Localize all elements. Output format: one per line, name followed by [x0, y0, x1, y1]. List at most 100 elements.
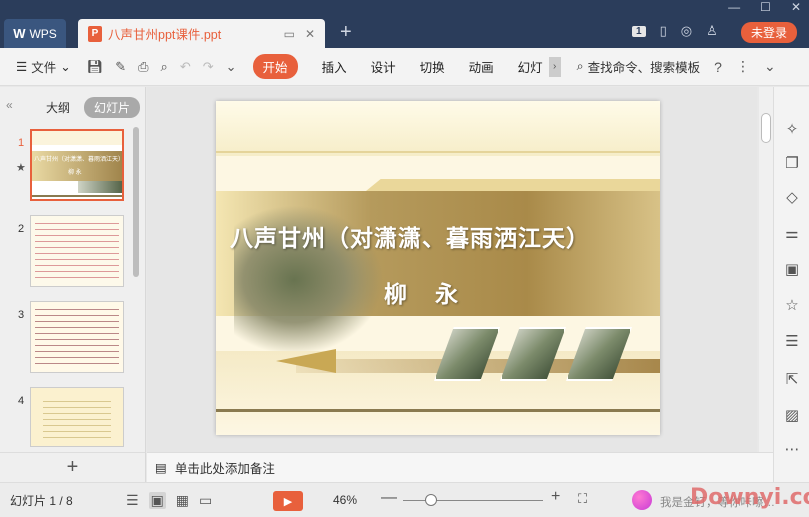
export-icon[interactable]: ⇱: [783, 371, 801, 389]
undo-icon[interactable]: ↶: [180, 59, 191, 75]
window-count-badge[interactable]: 1: [632, 25, 646, 37]
slide-thumbnail-1[interactable]: 八声甘州（对潇潇、暮雨洒江天） 柳 永: [30, 129, 124, 201]
wps-home-tab[interactable]: W WPS: [4, 19, 66, 48]
notes-icon: ▤: [155, 461, 167, 475]
slide-number: 3: [18, 309, 25, 321]
window-controls: — ☐ ✕: [728, 0, 801, 18]
zoom-slider[interactable]: [403, 500, 543, 501]
tab-outline[interactable]: 大纲: [46, 99, 70, 116]
star-icon: ★: [16, 162, 26, 174]
help-button[interactable]: ?: [714, 59, 722, 75]
slide-panel-header: « 大纲 幻灯片: [0, 87, 145, 123]
menu-bar: ☰ 文件 ⌄ 💾︎ ✎ ⎙ ⌕ ↶ ↷ ⌄ 开始 插入 设计 切换 动画 幻灯 …: [0, 48, 809, 86]
print-icon[interactable]: ⎙: [138, 59, 148, 75]
maximize-icon[interactable]: ☐: [760, 0, 771, 18]
notes-placeholder: 单击此处添加备注: [174, 462, 275, 476]
layers-icon[interactable]: ☰: [783, 333, 801, 351]
slide-thumbnail-2[interactable]: [30, 215, 124, 287]
file-menu-label: 文件: [31, 61, 57, 75]
document-tab-title: 八声甘州ppt课件.ppt: [108, 28, 222, 42]
view-switcher: ☰ ▣ ▦ ▭: [126, 491, 212, 509]
sidebar-toggle-icon[interactable]: ▯: [660, 23, 667, 39]
title-bar: W WPS P 八声甘州ppt课件.ppt ▭ ✕ + 1 ▯ ◎ ♙ 未登录 …: [0, 0, 809, 48]
status-bar: 幻灯片 1 / 8 ☰ ▣ ▦ ▭ ▶ 46% — + ⛶ 我是金钉，等你咔嚓……: [0, 482, 809, 517]
slide-1[interactable]: 八声甘州（对潇潇、暮雨洒江天） 柳 永: [216, 101, 660, 435]
ribbon-scroll-right-icon[interactable]: ›: [548, 56, 561, 77]
picture-icon[interactable]: ▨: [783, 407, 801, 425]
more-options-icon[interactable]: ⋮: [736, 58, 750, 75]
close-tab-icon[interactable]: ✕: [305, 27, 315, 41]
notes-view-icon[interactable]: ☰: [126, 492, 139, 509]
zoom-level[interactable]: 46%: [333, 493, 357, 507]
print-preview-icon[interactable]: ⌕: [161, 59, 168, 75]
star-outline-icon[interactable]: ☆: [783, 297, 801, 315]
right-sidebar: ✧ ❐ ◇ ⚌ ▣ ☆ ☰ ⇱ ▨ ⋯: [773, 87, 809, 482]
chat-icon[interactable]: ❐: [783, 155, 801, 173]
redo-icon[interactable]: ↷: [203, 59, 214, 75]
reading-view-icon[interactable]: ▭: [199, 492, 212, 509]
watermark: Downyi.com: [690, 485, 809, 510]
ppt-file-icon: P: [88, 25, 102, 42]
magic-icon[interactable]: ✧: [783, 121, 801, 139]
minimize-icon[interactable]: —: [728, 0, 740, 18]
settings-sliders-icon[interactable]: ⚌: [783, 225, 801, 243]
more-tools-icon[interactable]: ⋯: [783, 441, 801, 459]
save-icon[interactable]: 💾︎: [87, 59, 104, 75]
command-search[interactable]: ⌕ 查找命令、搜索模板: [577, 57, 701, 76]
slide-sorter-icon[interactable]: ▦: [176, 492, 189, 509]
collapse-panel-icon[interactable]: «: [6, 98, 13, 112]
monitor-icon[interactable]: ▭: [284, 27, 295, 41]
new-tab-button[interactable]: +: [340, 21, 352, 44]
login-button[interactable]: 未登录: [741, 22, 797, 43]
skin-icon[interactable]: ◎: [681, 23, 692, 39]
quick-access-toolbar: 💾︎ ✎ ⎙ ⌕ ↶ ↷ ⌄: [87, 59, 237, 75]
slide-author[interactable]: 柳 永: [384, 275, 468, 309]
zoom-slider-handle[interactable]: [425, 494, 437, 506]
slide-canvas: 八声甘州（对潇潇、暮雨洒江天） 柳 永: [147, 87, 757, 452]
fit-window-icon[interactable]: ⛶: [578, 491, 587, 507]
slide-panel-scrollbar[interactable]: [133, 127, 139, 277]
zoom-out-icon[interactable]: —: [381, 489, 397, 507]
slide-panel: « 大纲 幻灯片 1 ★ 八声甘州（对潇潇、暮雨洒江天） 柳 永 2 3 4: [0, 87, 146, 452]
format-painter-icon[interactable]: ✎: [115, 59, 126, 75]
chevron-down-icon: ⌄: [60, 60, 71, 74]
slide-title[interactable]: 八声甘州（对潇潇、暮雨洒江天）: [230, 219, 650, 253]
slide-thumbnail-4[interactable]: [30, 387, 124, 447]
slide-number: 4: [18, 395, 25, 407]
zoom-in-icon[interactable]: +: [551, 488, 560, 506]
thumb-author: 柳 永: [68, 170, 82, 176]
shirt-icon[interactable]: ♙: [706, 23, 718, 39]
canvas-scrollbar[interactable]: [759, 87, 773, 452]
collapse-ribbon-icon[interactable]: ⌄: [764, 58, 776, 75]
search-label: 查找命令、搜索模板: [587, 61, 701, 75]
wps-tab-label: WPS: [29, 26, 57, 41]
image-gallery-icon[interactable]: ▣: [783, 261, 801, 279]
search-icon: ⌕: [576, 59, 584, 73]
slide-count: 幻灯片 1 / 8: [10, 493, 73, 508]
tab-slides[interactable]: 幻灯片: [84, 97, 141, 118]
wps-logo-icon: W: [13, 26, 26, 41]
tab-animation[interactable]: 动画: [469, 57, 494, 76]
play-slideshow-button[interactable]: ▶: [273, 491, 303, 511]
tab-design[interactable]: 设计: [371, 57, 396, 76]
assistant-avatar[interactable]: [632, 490, 652, 510]
normal-view-icon[interactable]: ▣: [148, 491, 166, 509]
shape-icon[interactable]: ◇: [783, 189, 801, 207]
notes-bar[interactable]: ▤ 单击此处添加备注: [147, 452, 773, 482]
document-tab[interactable]: P 八声甘州ppt课件.ppt ▭ ✕: [78, 19, 325, 48]
add-slide-button[interactable]: +: [0, 452, 146, 482]
tab-transition[interactable]: 切换: [420, 57, 445, 76]
file-menu[interactable]: ☰ 文件 ⌄: [16, 57, 71, 76]
title-right-tools: 1 ▯ ◎ ♙: [632, 23, 718, 39]
thumb-title: 八声甘州（对潇潇、暮雨洒江天）: [34, 157, 124, 163]
slide-thumbnail-3[interactable]: [30, 301, 124, 373]
slide-number: 2: [18, 223, 25, 235]
slide-number: 1: [18, 137, 25, 149]
quick-access-more-icon[interactable]: ⌄: [226, 59, 237, 75]
hamburger-icon: ☰: [16, 60, 28, 74]
close-window-icon[interactable]: ✕: [791, 0, 801, 18]
tab-insert[interactable]: 插入: [322, 57, 347, 76]
tab-start[interactable]: 开始: [252, 54, 298, 79]
tab-slideshow[interactable]: 幻灯: [518, 57, 543, 76]
canvas-scroll-thumb[interactable]: [761, 113, 771, 143]
